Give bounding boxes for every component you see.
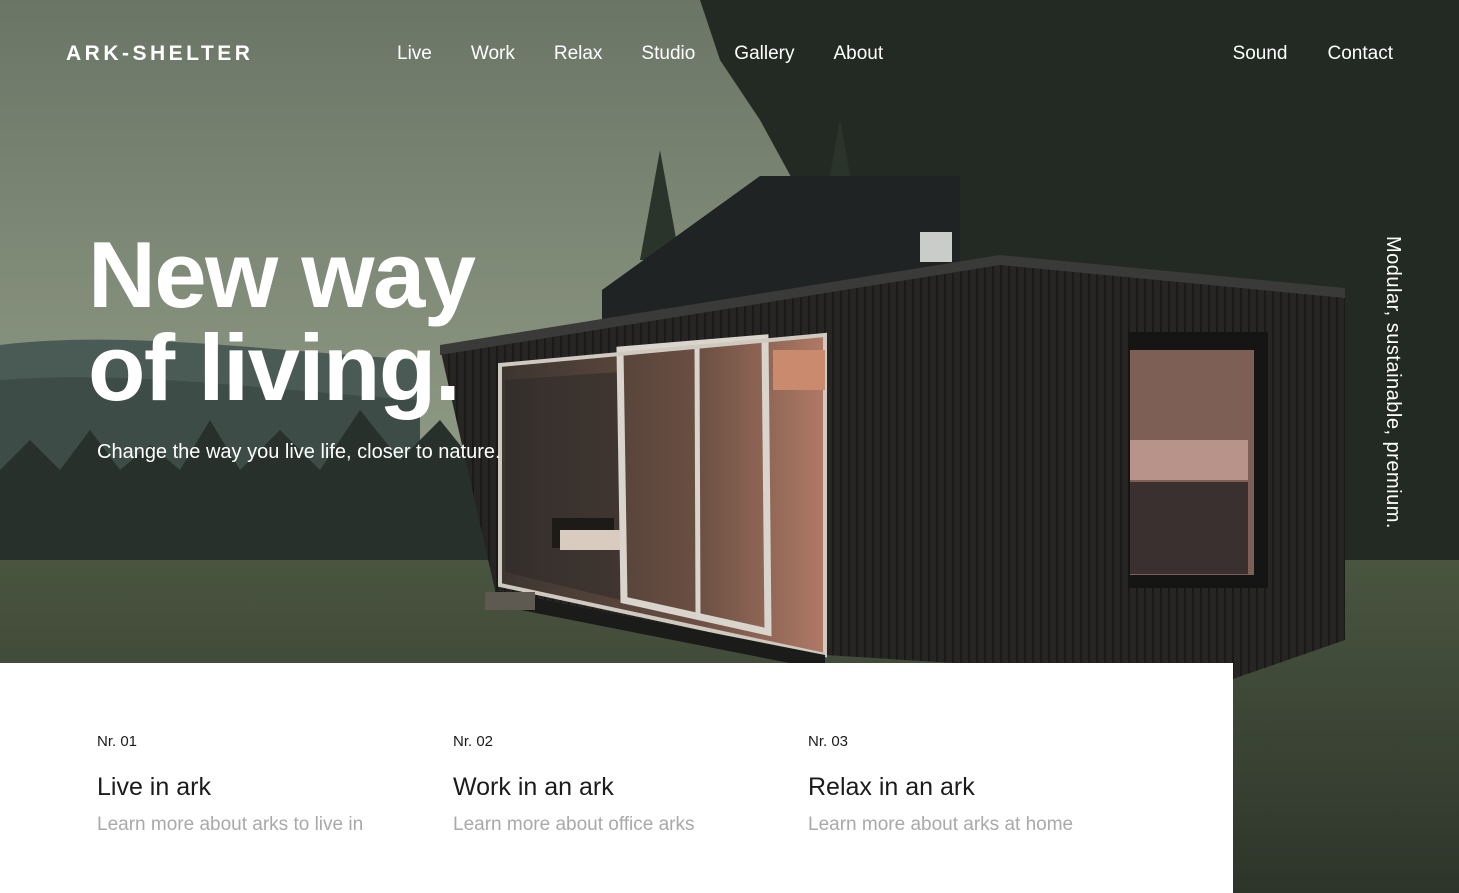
nav-link-sound[interactable]: Sound xyxy=(1233,43,1288,65)
card-title[interactable]: Live in ark xyxy=(97,773,211,802)
nav-link-contact[interactable]: Contact xyxy=(1328,43,1393,65)
card-number: Nr. 02 xyxy=(453,733,494,750)
nav-link-work[interactable]: Work xyxy=(471,43,515,65)
card-description[interactable]: Learn more about arks at home xyxy=(808,814,1073,836)
cards-panel: Nr. 01 Live in ark Learn more about arks… xyxy=(0,663,1233,893)
nav-link-relax[interactable]: Relax xyxy=(554,43,603,65)
nav-link-gallery[interactable]: Gallery xyxy=(734,43,794,65)
card-number: Nr. 03 xyxy=(808,733,849,750)
hero-title: New way of living. xyxy=(88,228,608,415)
card-title[interactable]: Relax in an ark xyxy=(808,773,975,802)
hero-subtitle: Change the way you live life, closer to … xyxy=(97,441,501,463)
card-live[interactable]: Nr. 01 Live in ark Learn more about arks… xyxy=(97,663,427,893)
nav-link-about[interactable]: About xyxy=(833,43,883,65)
hero-title-line-1: New way xyxy=(88,222,476,327)
nav-link-live[interactable]: Live xyxy=(397,43,432,65)
vertical-tagline: Modular, sustainable, premium. xyxy=(1382,236,1404,529)
secondary-nav: Sound Contact xyxy=(1233,43,1393,65)
card-title[interactable]: Work in an ark xyxy=(453,773,614,802)
nav-link-studio[interactable]: Studio xyxy=(641,43,695,65)
card-description[interactable]: Learn more about office arks xyxy=(453,814,695,836)
card-relax[interactable]: Nr. 03 Relax in an ark Learn more about … xyxy=(808,663,1138,893)
hero-title-line-2: of living. xyxy=(88,315,461,420)
card-description[interactable]: Learn more about arks to live in xyxy=(97,814,363,836)
card-number: Nr. 01 xyxy=(97,733,138,750)
card-work[interactable]: Nr. 02 Work in an ark Learn more about o… xyxy=(453,663,783,893)
site-logo[interactable]: ARK-SHELTER xyxy=(66,42,253,66)
main-nav: Live Work Relax Studio Gallery About xyxy=(397,43,883,65)
